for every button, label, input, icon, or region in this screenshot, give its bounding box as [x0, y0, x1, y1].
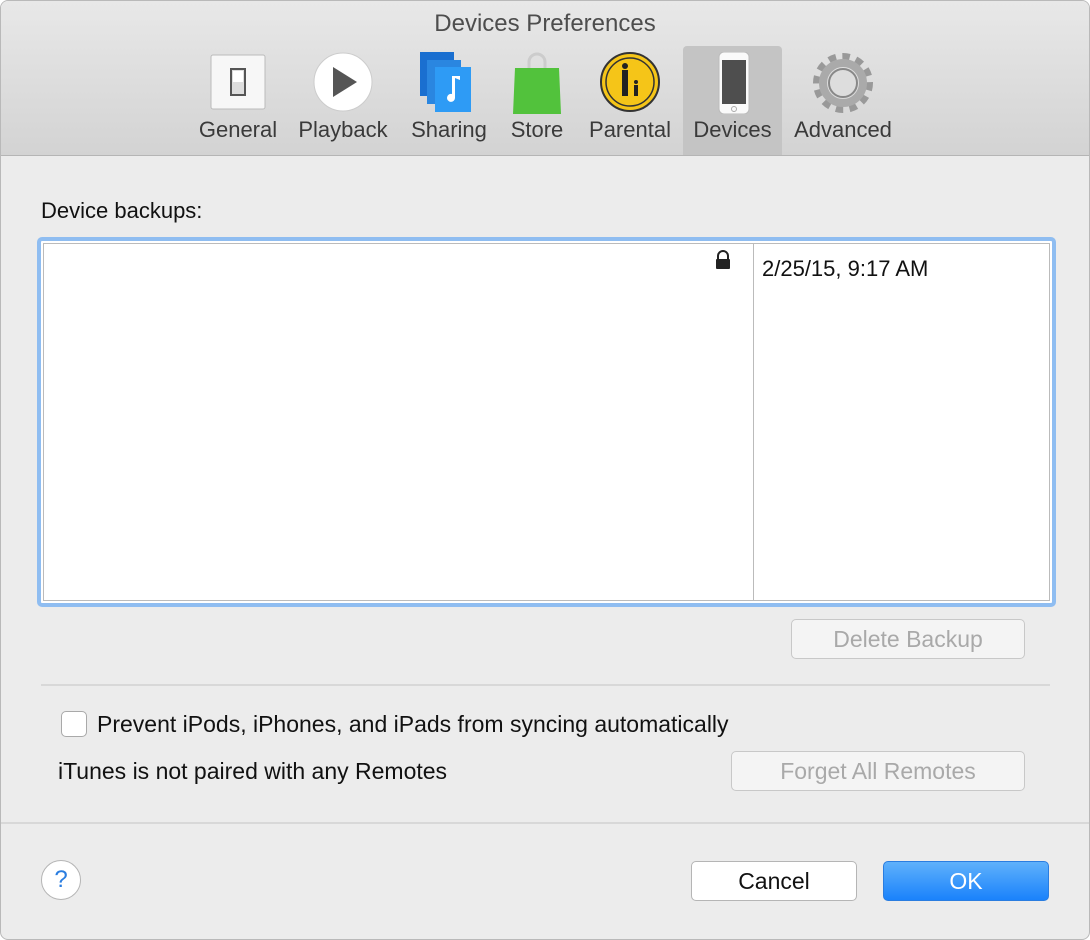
forget-remotes-button[interactable]: Forget All Remotes — [731, 751, 1025, 791]
play-icon — [313, 52, 373, 112]
toolbar: Devices Preferences General Playback Sha… — [1, 1, 1089, 156]
window-title: Devices Preferences — [434, 10, 656, 37]
tab-parental[interactable]: Parental — [581, 46, 679, 155]
delete-backup-button[interactable]: Delete Backup — [791, 619, 1025, 659]
tab-advanced[interactable]: Advanced — [788, 46, 898, 155]
help-button[interactable]: ? — [41, 860, 81, 900]
music-sharing-icon — [420, 52, 471, 112]
lock-icon — [716, 250, 730, 269]
tab-label: Parental — [589, 117, 671, 142]
prevent-sync-label: Prevent iPods, iPhones, and iPads from s… — [97, 711, 729, 737]
backup-row[interactable]: 2/25/15, 9:17 AM — [43, 243, 1050, 601]
divider — [41, 684, 1050, 686]
tab-general[interactable]: General — [193, 46, 283, 155]
footer-divider — [1, 822, 1089, 824]
device-backups-label: Device backups: — [41, 198, 203, 223]
tab-store[interactable]: Store — [503, 46, 571, 155]
tab-label: Advanced — [794, 117, 892, 142]
shopping-bag-icon — [513, 52, 561, 114]
tab-label: General — [198, 117, 278, 142]
gear-icon — [813, 53, 873, 113]
remotes-status: iTunes is not paired with any Remotes — [58, 758, 448, 784]
column-divider — [753, 244, 754, 600]
backups-list[interactable]: 2/25/15, 9:17 AM — [37, 237, 1056, 607]
backup-date: 2/25/15, 9:17 AM — [762, 256, 929, 281]
cancel-button[interactable]: Cancel — [691, 861, 857, 901]
tab-label: Devices — [693, 117, 772, 142]
preferences-window: Devices Preferences General Playback Sha… — [0, 0, 1090, 940]
tab-sharing[interactable]: Sharing — [403, 46, 495, 155]
tab-label: Sharing — [411, 117, 487, 142]
parental-icon — [600, 52, 660, 112]
ok-button[interactable]: OK — [883, 861, 1049, 901]
tab-label: Store — [510, 117, 564, 142]
tab-devices[interactable]: Devices — [683, 46, 782, 155]
prevent-sync-checkbox[interactable] — [61, 711, 87, 737]
tab-playback[interactable]: Playback — [291, 46, 395, 155]
switch-icon — [210, 54, 266, 110]
iphone-icon — [718, 52, 749, 114]
tab-label: Playback — [298, 117, 388, 142]
